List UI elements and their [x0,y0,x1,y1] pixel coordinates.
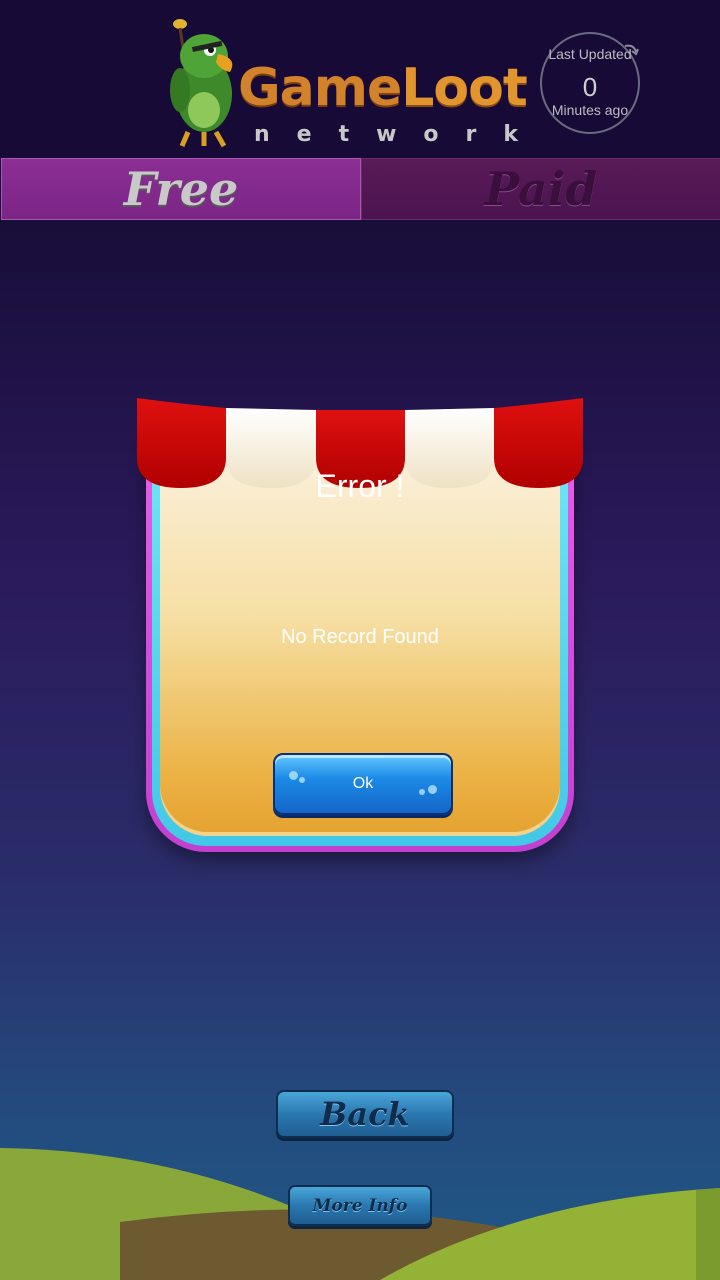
logo-subtitle: network [254,122,546,147]
dialog-title: Error ! [315,468,405,504]
logo-part-game: Game [238,58,402,118]
last-updated-value: 0 [582,72,598,102]
tab-bar: Free Paid [0,158,720,220]
logo-part-loot: Loot [401,58,527,118]
bubble-decoration [419,789,425,795]
ok-button-label: Ok [352,775,374,792]
back-button[interactable]: Back [276,1090,454,1138]
app-header: GameLoot network Last Updated 0 Minutes … [0,0,720,158]
tab-paid[interactable]: Paid [361,158,720,220]
ok-button[interactable]: Ok [273,753,453,815]
refresh-arrow-icon [624,44,639,56]
dialog-message: No Record Found [281,626,439,648]
last-updated-unit: Minutes ago [551,102,629,118]
app-logo: GameLoot [238,58,528,118]
bubble-decoration [299,777,305,783]
last-updated-indicator: Last Updated 0 Minutes ago [540,32,640,134]
tab-free[interactable]: Free [1,158,361,220]
parrot-mascot-icon [170,19,233,148]
bubble-decoration [289,771,298,780]
more-info-button[interactable]: More Info [288,1185,432,1226]
bubble-decoration [428,785,437,794]
